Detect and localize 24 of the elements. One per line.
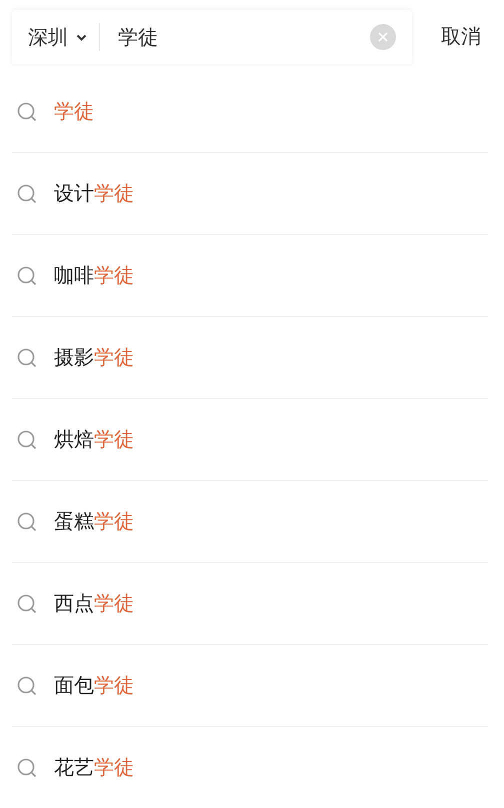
suggestion-text[interactable]: 蛋糕学徒 [54, 508, 134, 535]
clear-button[interactable] [370, 24, 396, 50]
search-icon [17, 102, 37, 122]
cancel-button[interactable]: 取消 [441, 23, 481, 50]
chevron-down-icon [76, 34, 87, 40]
suggestion-text[interactable]: 烘焙学徒 [54, 426, 134, 453]
search-icon [17, 676, 37, 696]
city-dropdown[interactable]: 深圳 [28, 24, 87, 50]
search-input[interactable]: 学徒 [118, 25, 370, 49]
suggestion-text[interactable]: 花艺学徒 [54, 754, 134, 781]
suggestion-text[interactable]: 咖啡学徒 [54, 262, 134, 289]
suggestion-text[interactable]: 面包学徒 [54, 672, 134, 699]
close-icon [378, 32, 388, 42]
search-icon [17, 758, 37, 778]
search-icon [17, 430, 37, 450]
search-icon [17, 266, 37, 286]
search-icon [17, 348, 37, 368]
search-field[interactable]: 深圳 学徒 [12, 10, 412, 64]
search-icon [17, 512, 37, 532]
suggestion-text[interactable]: 西点学徒 [54, 590, 134, 617]
suggestion-text[interactable]: 设计学徒 [54, 180, 134, 207]
search-icon [17, 594, 37, 614]
search-icon [17, 184, 37, 204]
suggestion-text[interactable]: 摄影学徒 [54, 344, 134, 371]
